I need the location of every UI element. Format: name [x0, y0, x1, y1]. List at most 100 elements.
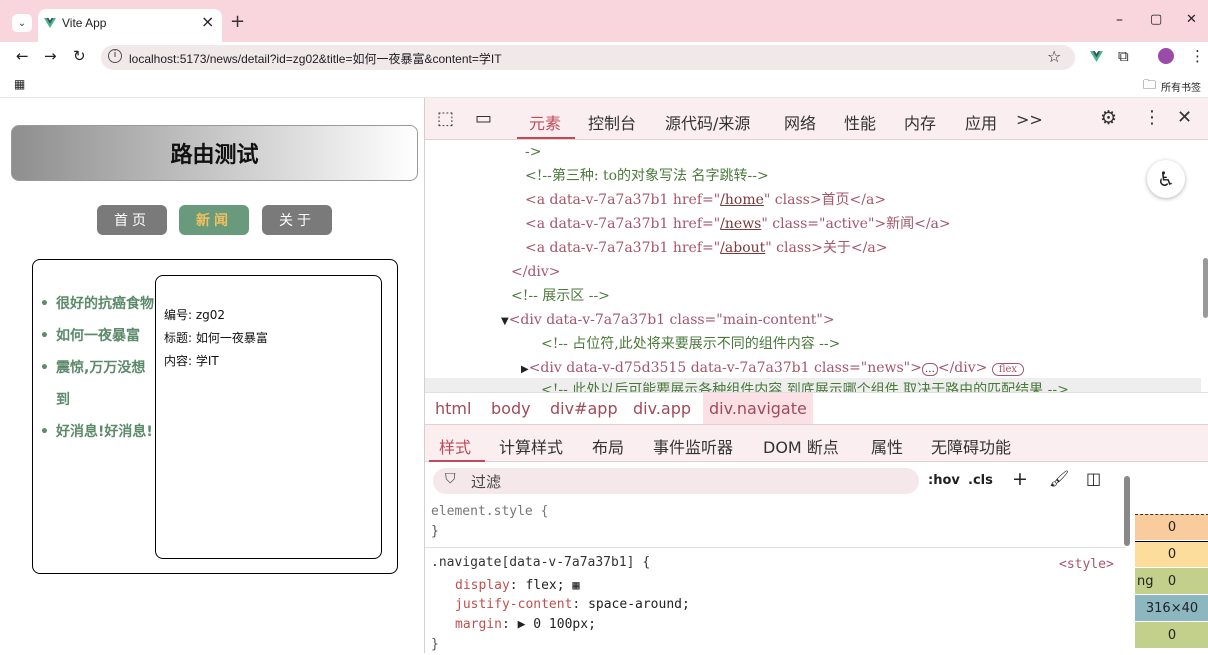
- nav-about-button[interactable]: 关于: [262, 205, 332, 235]
- news-item[interactable]: 震惊,万万没想到: [40, 352, 150, 416]
- nav-home-button[interactable]: 首页: [97, 205, 167, 235]
- css-prop-value: flex;: [525, 578, 565, 593]
- nav-news-button[interactable]: 新闻: [179, 205, 249, 235]
- dom-line[interactable]: <!-- 展示区 -->: [511, 284, 610, 308]
- forward-arrow-icon[interactable]: →: [44, 47, 57, 65]
- dom-line[interactable]: <!--第三种: to的对象写法 名字跳转-->: [525, 164, 769, 188]
- dom-line[interactable]: <!-- 占位符,此处将来要展示不同的组件内容 -->: [541, 332, 840, 356]
- dom-line[interactable]: ▼<div data-v-7a7a37b1 class="main-conten…: [501, 308, 835, 334]
- css-property[interactable]: margin: ▶ 0 100px;: [455, 615, 596, 635]
- tab-memory[interactable]: 内存: [904, 110, 936, 134]
- dom-line[interactable]: <a data-v-7a7a37b1 href="/about" class>关…: [525, 236, 887, 260]
- reload-icon[interactable]: ↻: [73, 47, 86, 65]
- dom-tree: -> <!--第三种: to的对象写法 名字跳转--> <a data-v-7a…: [425, 140, 1201, 392]
- tab-search-button[interactable]: ⌄: [12, 14, 32, 32]
- detail-title: 标题: 如何一夜暴富: [164, 331, 268, 345]
- menu-kebab-icon[interactable]: ⋮: [1190, 47, 1205, 65]
- settings-gear-icon[interactable]: ⚙: [1100, 107, 1117, 129]
- hov-toggle[interactable]: :hov: [928, 473, 960, 488]
- dom-line[interactable]: </div>: [511, 260, 561, 284]
- tab-performance[interactable]: 性能: [844, 110, 876, 134]
- subtab-layout[interactable]: 布局: [592, 434, 624, 458]
- news-item[interactable]: 很好的抗癌食物: [40, 288, 160, 320]
- bookmark-star-icon[interactable]: ☆: [1047, 47, 1061, 66]
- dom-line[interactable]: <a data-v-7a7a37b1 href="/news" class="a…: [525, 212, 951, 236]
- box-model-content[interactable]: 316×40: [1135, 595, 1208, 621]
- css-property[interactable]: display: flex; ▦: [455, 575, 580, 596]
- breadcrumb-item[interactable]: body: [491, 399, 531, 418]
- box-model-padding-bottom[interactable]: 0: [1135, 622, 1208, 648]
- styles-scrollbar[interactable]: [1124, 476, 1130, 546]
- accessibility-person-icon[interactable]: ♿: [1147, 160, 1185, 198]
- subtab-styles[interactable]: 样式: [439, 434, 471, 458]
- breadcrumb-item[interactable]: div#app: [550, 399, 618, 418]
- css-property[interactable]: justify-content: space-around;: [455, 595, 690, 615]
- tab-network[interactable]: 网络: [784, 110, 816, 134]
- devtools-tabs: ⬚ ▭ 元素 控制台 源代码/来源 网络 性能 内存 应用 >> ⚙ ⋮ ✕: [425, 98, 1208, 140]
- new-rule-plus-icon[interactable]: +: [1012, 468, 1028, 490]
- style-source-link[interactable]: <style>: [1059, 555, 1114, 575]
- dom-href[interactable]: /about: [720, 240, 765, 256]
- folder-icon[interactable]: 🗀: [1143, 76, 1156, 98]
- cls-toggle[interactable]: .cls: [968, 473, 993, 488]
- subtab-accessibility[interactable]: 无障碍功能: [931, 434, 1011, 458]
- more-tabs-button[interactable]: >>: [1016, 110, 1043, 129]
- dom-href[interactable]: /news: [720, 216, 761, 232]
- box-model-padding-label: ng: [1137, 573, 1154, 589]
- collapse-triangle-icon[interactable]: ▶: [521, 364, 529, 375]
- dom-tag: </div>: [937, 360, 988, 376]
- box-model-padding[interactable]: ng 0: [1135, 568, 1208, 594]
- tab-close-icon[interactable]: ×: [201, 12, 214, 31]
- news-item[interactable]: 如何一夜暴富: [40, 320, 160, 352]
- box-model-diagram: 0 0 ng 0 316×40 0: [1135, 462, 1208, 653]
- tab-application[interactable]: 应用: [965, 110, 997, 134]
- ellipsis-icon[interactable]: …: [921, 363, 938, 376]
- expand-triangle-icon[interactable]: ▼: [501, 316, 509, 327]
- breadcrumb-item[interactable]: div.app: [633, 399, 691, 418]
- flex-badge[interactable]: flex: [991, 363, 1025, 376]
- dom-line[interactable]: <a data-v-7a7a37b1 href="/home" class>首页…: [525, 188, 886, 212]
- breadcrumb-item[interactable]: html: [435, 399, 471, 418]
- browser-tab[interactable]: Vite App ×: [38, 9, 222, 42]
- paint-brush-icon[interactable]: 🖌: [1049, 469, 1069, 488]
- subtab-dom-breakpoints[interactable]: DOM 断点: [763, 434, 839, 458]
- flex-editor-icon[interactable]: ▦: [572, 578, 579, 592]
- news-item[interactable]: 好消息!好消息!: [40, 416, 160, 448]
- styles-filter[interactable]: ⛉ 过滤: [433, 468, 919, 494]
- new-tab-button[interactable]: +: [230, 11, 245, 32]
- dom-line[interactable]: <!-- 此处以后可能要展示各种组件内容 到底展示哪个组件 取决于路由的匹配结果…: [425, 378, 1201, 392]
- rule-close: }: [431, 637, 439, 652]
- site-info-icon[interactable]: i: [108, 49, 122, 63]
- tab-console[interactable]: 控制台: [588, 110, 636, 134]
- css-selector[interactable]: .navigate[data-v-7a7a37b1] {: [431, 553, 650, 573]
- devtools-close-icon[interactable]: ✕: [1177, 107, 1192, 128]
- back-arrow-icon[interactable]: ←: [16, 47, 29, 65]
- tab-elements[interactable]: 元素: [529, 110, 561, 134]
- box-model-margin[interactable]: 0: [1135, 514, 1208, 540]
- detail-id: 编号: zg02: [164, 308, 226, 322]
- dom-scrollbar[interactable]: [1203, 258, 1208, 318]
- subtab-properties[interactable]: 属性: [871, 434, 903, 458]
- element-style-rule[interactable]: element.style {: [431, 502, 548, 522]
- profile-avatar[interactable]: [1158, 48, 1174, 64]
- close-window-button[interactable]: ✕: [1186, 12, 1197, 27]
- subtab-computed[interactable]: 计算样式: [499, 434, 563, 458]
- device-toggle-icon[interactable]: ▭: [475, 108, 492, 129]
- maximize-button[interactable]: ▢: [1150, 12, 1162, 27]
- address-bar[interactable]: i localhost:5173/news/detail?id=zg02&tit…: [101, 45, 1075, 70]
- subtab-event-listeners[interactable]: 事件监听器: [653, 434, 733, 458]
- tab-bar: ⌄ Vite App × + – ▢ ✕: [0, 0, 1208, 42]
- extensions-puzzle-icon[interactable]: ⧉: [1118, 47, 1129, 65]
- devtools-menu-icon[interactable]: ⋮: [1143, 107, 1161, 128]
- box-model-border[interactable]: 0: [1135, 541, 1208, 567]
- dom-line[interactable]: ->: [525, 140, 541, 164]
- vue-devtools-extension-icon[interactable]: [1090, 50, 1103, 66]
- inspect-element-icon[interactable]: ⬚: [437, 108, 454, 129]
- minimize-button[interactable]: –: [1116, 12, 1123, 28]
- toggle-sidebar-icon[interactable]: ◫: [1086, 469, 1101, 488]
- dom-href[interactable]: /home: [720, 192, 764, 208]
- apps-grid-icon[interactable]: ▦: [14, 77, 25, 91]
- tab-sources[interactable]: 源代码/来源: [665, 110, 750, 134]
- all-bookmarks-label[interactable]: 所有书签: [1161, 79, 1201, 94]
- breadcrumb-item[interactable]: div.navigate: [703, 393, 813, 425]
